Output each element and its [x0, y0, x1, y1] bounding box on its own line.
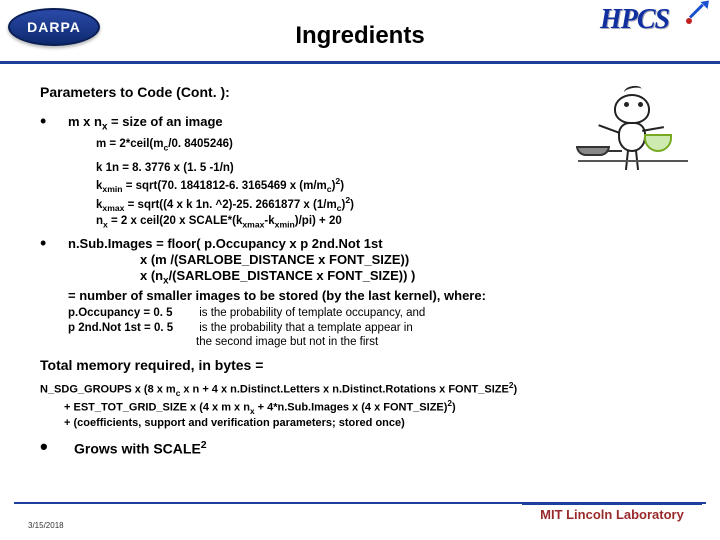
chef-cartoon-icon	[584, 88, 684, 198]
footer-date: 3/15/2018	[28, 521, 64, 530]
bullet-grows: • Grows with SCALE2	[40, 439, 680, 458]
darpa-logo: DARPA	[8, 8, 100, 46]
nsub-line4: = number of smaller images to be stored …	[68, 288, 680, 304]
prob-row-2: p 2nd.Not 1st = 0. 5 is the probability …	[68, 321, 680, 335]
p-2ndnot1st-label: p 2nd.Not 1st = 0. 5	[68, 321, 196, 335]
mem-line1: N_SDG_GROUPS x (8 x mc x n + 4 x n.Disti…	[40, 381, 680, 399]
hpcs-logo-text: HPCS	[600, 4, 669, 35]
bullet-dot-icon: •	[40, 114, 68, 134]
footer-lab: MIT Lincoln Laboratory	[522, 503, 702, 522]
p-occupancy-label: p.Occupancy = 0. 5	[68, 306, 196, 320]
bullet-dot-icon: •	[40, 440, 74, 454]
total-memory-heading: Total memory required, in bytes =	[40, 357, 680, 375]
prob-row-1: p.Occupancy = 0. 5 is the probability of…	[68, 306, 680, 320]
nsub-line3: x (nx/(SARLOBE_DISTANCE x FONT_SIZE)) )	[140, 268, 680, 288]
formula-nx: nx = 2 x ceil(20 x SCALE*(kxmax-kxmin)/p…	[96, 214, 680, 230]
arrow-icon	[686, 0, 712, 24]
bullet-nsubimages: • n.Sub.Images = floor( p.Occupancy x p …	[40, 236, 680, 350]
p-2ndnot1st-desc-a: is the probability that a template appea…	[199, 322, 413, 334]
p-2ndnot1st-desc-b: the second image but not in the first	[196, 335, 680, 349]
memory-formula: N_SDG_GROUPS x (8 x mc x n + 4 x n.Disti…	[40, 381, 680, 431]
nsub-line1: n.Sub.Images = floor( p.Occupancy x p 2n…	[68, 236, 680, 252]
slide-header: DARPA Ingredients HPCS	[0, 0, 720, 64]
bullet-dot-icon: •	[40, 236, 68, 350]
hpcs-logo: HPCS	[600, 4, 710, 56]
mem-line2: + EST_TOT_GRID_SIZE x (4 x m x nx + 4*n.…	[64, 399, 680, 417]
slide-title: Ingredients	[295, 22, 424, 50]
nsub-line2: x (m /(SARLOBE_DISTANCE x FONT_SIZE))	[140, 252, 680, 268]
grows-text: Grows with SCALE2	[74, 439, 207, 458]
mem-line3: + (coefficients, support and verificatio…	[64, 417, 680, 431]
bullet-text: n.Sub.Images = floor( p.Occupancy x p 2n…	[68, 236, 680, 350]
p-occupancy-desc: is the probability of template occupancy…	[199, 307, 425, 319]
